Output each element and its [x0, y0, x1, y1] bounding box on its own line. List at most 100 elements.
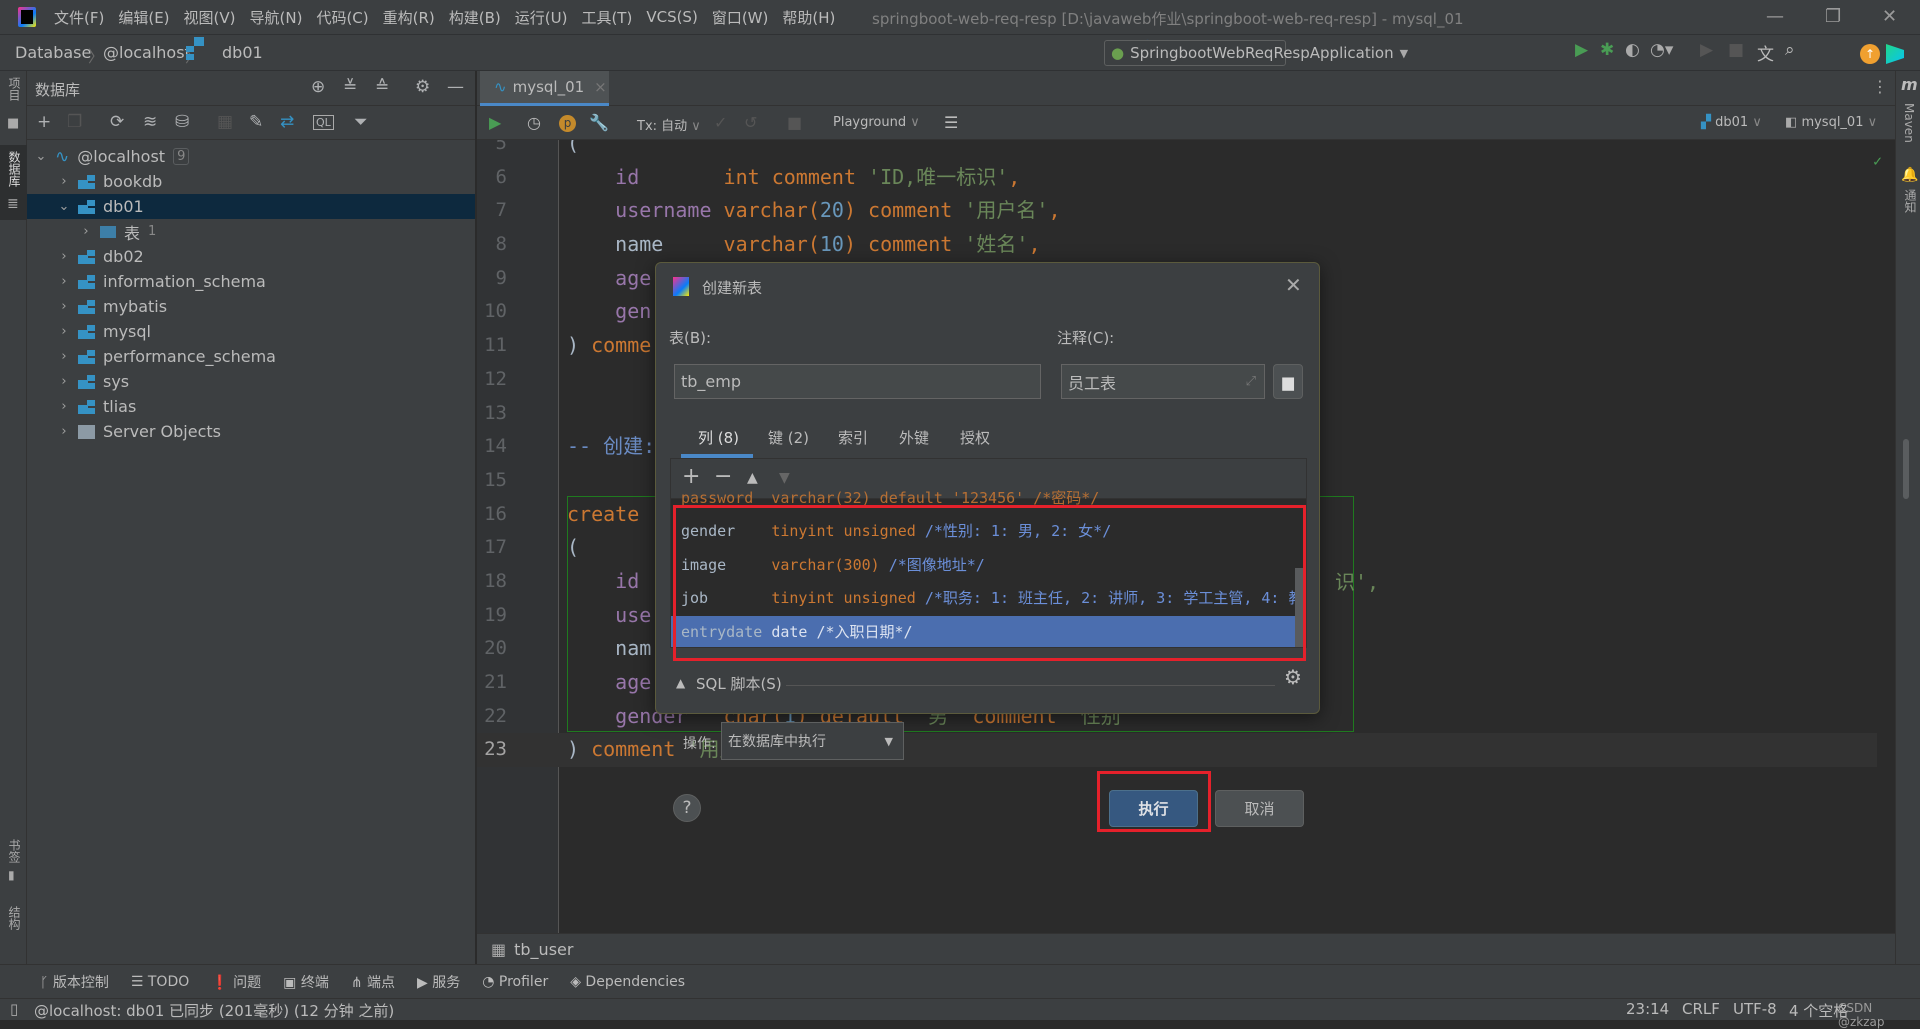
- tree-item[interactable]: › 表 1: [27, 219, 475, 244]
- caret-position[interactable]: 23:14: [1626, 1000, 1669, 1018]
- chevron-right-icon[interactable]: ›: [58, 249, 70, 264]
- cancel-button[interactable]: 取消: [1215, 790, 1304, 827]
- tree-item[interactable]: › sys: [27, 369, 475, 394]
- menu-code[interactable]: 代码(C): [316, 7, 368, 28]
- tool-version-control[interactable]: ᚴ 版本控制: [40, 972, 109, 992]
- table-name-input[interactable]: tb_emp: [674, 364, 1041, 399]
- tool-endpoints[interactable]: ⋔ 端点: [351, 972, 395, 992]
- chevron-right-icon[interactable]: ›: [58, 274, 70, 289]
- tree-item[interactable]: ⌄ ∿ @localhost 9: [27, 144, 475, 169]
- menu-build[interactable]: 构建(B): [449, 7, 501, 28]
- sql-script-toggle[interactable]: SQL 脚本(S): [696, 673, 782, 694]
- tree-item[interactable]: › db02: [27, 244, 475, 269]
- breadcrumb-localhost[interactable]: @localhost: [103, 43, 191, 62]
- menu-vcs[interactable]: VCS(S): [646, 8, 697, 26]
- chevron-down-icon[interactable]: ⌄: [58, 199, 70, 214]
- data-source-properties-icon[interactable]: ≋: [143, 112, 157, 132]
- history-icon[interactable]: ◷: [527, 113, 541, 132]
- tree-item[interactable]: ⌄ db01: [27, 194, 475, 219]
- tree-item[interactable]: › Server Objects: [27, 419, 475, 444]
- menu-tools[interactable]: 工具(T): [581, 7, 632, 28]
- minimize-button[interactable]: —: [1766, 6, 1784, 27]
- chevron-right-icon[interactable]: ›: [58, 299, 70, 314]
- chevron-right-icon[interactable]: ›: [80, 224, 92, 239]
- expand-all-icon[interactable]: ≚: [343, 77, 357, 97]
- notifications-tool-button[interactable]: 通知: [1902, 189, 1919, 213]
- tool-todo[interactable]: ☰ TODO: [131, 974, 189, 990]
- close-tab-icon[interactable]: ×: [594, 78, 607, 96]
- menu-navigate[interactable]: 导航(N): [250, 7, 303, 28]
- filter-icon[interactable]: ⏷: [354, 112, 368, 132]
- settings-wrench-icon[interactable]: 🔧: [589, 113, 609, 132]
- add-icon[interactable]: +: [37, 112, 51, 132]
- tab-foreign-keys[interactable]: 外键: [899, 427, 929, 448]
- edit-icon[interactable]: ✎: [249, 112, 263, 132]
- transaction-mode-select[interactable]: Tx: 自动 ∨: [637, 115, 701, 134]
- remove-column-icon[interactable]: −: [714, 464, 732, 489]
- tab-grants[interactable]: 授权: [960, 427, 990, 448]
- run-configuration-select[interactable]: ● SpringbootWebReqRespApplication ▼: [1104, 40, 1408, 66]
- jump-to-console-icon[interactable]: ⇄: [280, 112, 294, 132]
- profile-icon[interactable]: ◔▾: [1650, 40, 1673, 60]
- chevron-right-icon[interactable]: ›: [58, 424, 70, 439]
- playground-mode-select[interactable]: Playground ∨: [833, 115, 920, 130]
- tree-item[interactable]: › mybatis: [27, 294, 475, 319]
- chevron-right-icon[interactable]: ›: [58, 374, 70, 389]
- bookmarks-tool-button[interactable]: 书签: [6, 839, 23, 863]
- menu-window[interactable]: 窗口(W): [712, 7, 769, 28]
- editor-scrollbar[interactable]: [1903, 439, 1909, 499]
- toolbox-icon[interactable]: [1886, 44, 1904, 64]
- more-options-icon[interactable]: ⋮: [1872, 77, 1888, 96]
- gear-icon[interactable]: ⚙: [1284, 665, 1302, 689]
- tool-problems[interactable]: ❗ 问题: [211, 972, 261, 992]
- chevron-down-icon[interactable]: ⌄: [35, 149, 47, 164]
- move-up-icon[interactable]: ▲: [747, 470, 758, 486]
- output-layout-icon[interactable]: ☰: [944, 113, 958, 132]
- menu-edit[interactable]: 编辑(E): [118, 7, 169, 28]
- tool-profiler[interactable]: ◔ Profiler: [482, 974, 548, 990]
- translate-icon[interactable]: 文: [1757, 40, 1774, 65]
- tree-item[interactable]: › information_schema: [27, 269, 475, 294]
- tab-tb-user[interactable]: tb_user: [514, 940, 573, 959]
- hide-panel-icon[interactable]: —: [447, 77, 464, 97]
- close-window-button[interactable]: ✕: [1882, 6, 1897, 27]
- chevron-right-icon[interactable]: ›: [58, 399, 70, 414]
- chevron-right-icon[interactable]: ›: [58, 324, 70, 339]
- add-column-icon[interactable]: +: [682, 464, 700, 489]
- collapse-all-icon[interactable]: ≙: [375, 77, 389, 97]
- locate-icon[interactable]: ⊕: [311, 77, 325, 97]
- help-button[interactable]: ?: [673, 794, 701, 822]
- close-dialog-button[interactable]: ✕: [1285, 273, 1302, 297]
- tab-columns[interactable]: 列 (8): [698, 427, 739, 448]
- tab-keys[interactable]: 键 (2): [768, 427, 809, 448]
- tree-item[interactable]: › tlias: [27, 394, 475, 419]
- coverage-icon[interactable]: ◐: [1625, 40, 1640, 60]
- menu-help[interactable]: 帮助(H): [782, 7, 835, 28]
- chevron-right-icon[interactable]: ›: [58, 174, 70, 189]
- structure-tool-button[interactable]: 结构: [6, 906, 23, 930]
- chevron-right-icon[interactable]: ›: [58, 349, 70, 364]
- menu-file[interactable]: 文件(F): [54, 7, 104, 28]
- run-icon[interactable]: ▶: [1575, 40, 1588, 60]
- project-tool-button[interactable]: 项目: [6, 77, 23, 101]
- refresh-icon[interactable]: ⟳: [110, 112, 124, 132]
- execute-icon[interactable]: ▶: [489, 113, 501, 132]
- file-encoding[interactable]: UTF-8: [1733, 1000, 1777, 1018]
- tool-dependencies[interactable]: ◈ Dependencies: [570, 974, 685, 990]
- search-icon[interactable]: ⌕: [1785, 40, 1795, 60]
- session-select[interactable]: ◧ mysql_01 ∨: [1785, 115, 1877, 130]
- tab-mysql-01[interactable]: ∿ mysql_01 ×: [480, 71, 609, 106]
- tool-terminal[interactable]: ▣ 终端: [283, 972, 329, 992]
- menu-run[interactable]: 运行(U): [515, 7, 568, 28]
- breadcrumb-database[interactable]: Database: [15, 43, 91, 62]
- disconnect-icon[interactable]: ⛁: [175, 112, 189, 132]
- query-console-icon[interactable]: QL: [313, 115, 334, 130]
- gear-icon[interactable]: ⚙: [415, 77, 430, 97]
- restore-button[interactable]: ❐: [1825, 6, 1841, 27]
- collapse-sql-icon[interactable]: ▲: [676, 676, 685, 690]
- line-separator[interactable]: CRLF: [1682, 1000, 1720, 1018]
- tree-item[interactable]: › bookdb: [27, 169, 475, 194]
- maven-tool-button[interactable]: Maven: [1902, 103, 1916, 143]
- operation-select[interactable]: 在数据库中执行 ▼: [721, 722, 904, 760]
- menu-view[interactable]: 视图(V): [184, 7, 236, 28]
